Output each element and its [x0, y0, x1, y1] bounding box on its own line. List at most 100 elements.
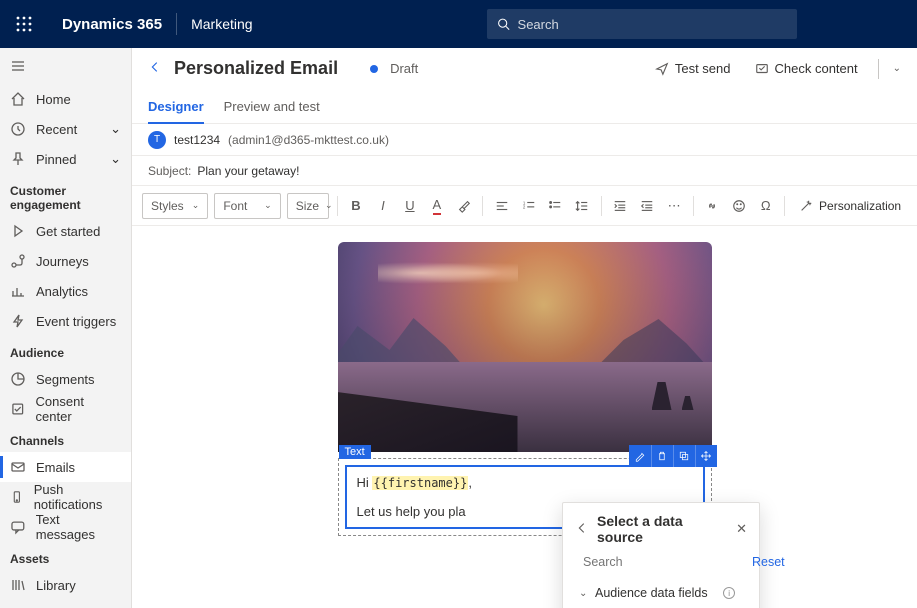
tree-node-contact[interactable]: ⌄Contact [575, 603, 747, 608]
main-content: Personalized Email Draft Test send Check… [132, 48, 917, 608]
clock-icon [10, 121, 26, 137]
test-send-button[interactable]: Test send [649, 61, 737, 76]
size-select[interactable]: Size⌄ [287, 193, 329, 219]
line-height-button[interactable] [572, 193, 593, 219]
nav-analytics[interactable]: Analytics [0, 276, 131, 306]
nav-label: Emails [36, 460, 75, 475]
nav-label: Home [36, 92, 71, 107]
greeting-suffix: , [468, 475, 472, 490]
nav-recent[interactable]: Recent ⌄ [0, 114, 131, 144]
popover-search-input[interactable] [583, 555, 744, 569]
left-sidebar: Home Recent ⌄ Pinned ⌄ Customer engageme… [0, 48, 132, 608]
edit-block-button[interactable] [629, 445, 651, 467]
analytics-icon [10, 283, 26, 299]
check-icon [755, 62, 769, 76]
tree-group-audience[interactable]: ⌄Audience data fields i [575, 583, 747, 603]
bold-button[interactable]: B [346, 193, 367, 219]
duplicate-block-button[interactable] [673, 445, 695, 467]
chevron-down-icon: ⌄ [110, 121, 121, 137]
symbol-button[interactable]: Ω [755, 193, 776, 219]
format-toolbar: Styles⌄ Font⌄ Size⌄ B I U A 12 ⋯ Ω [132, 186, 917, 226]
nav-library[interactable]: Library [0, 570, 131, 600]
nav-push[interactable]: Push notifications [0, 482, 131, 512]
ordered-list-button[interactable]: 12 [518, 193, 539, 219]
nav-section-title: Channels [0, 424, 131, 452]
nav-label: Library [36, 578, 76, 593]
from-email: (admin1@d365-mkttest.co.uk) [228, 133, 389, 147]
link-button[interactable] [701, 193, 722, 219]
more-button[interactable]: ⋯ [664, 193, 685, 219]
font-select[interactable]: Font⌄ [214, 193, 280, 219]
select-label: Font [223, 199, 247, 213]
nav-consent-center[interactable]: Consent center [0, 394, 131, 424]
consent-icon [10, 401, 26, 417]
page-header: Personalized Email Draft Test send Check… [132, 48, 917, 90]
subject-row[interactable]: Subject: Plan your getaway! [132, 156, 917, 186]
nav-event-triggers[interactable]: Event triggers [0, 306, 131, 336]
nav-section-title: Customer engagement [0, 174, 131, 216]
chevron-down-icon: ⌄ [110, 151, 121, 167]
nav-journeys[interactable]: Journeys [0, 246, 131, 276]
canvas-area[interactable]: Text Hi {{firstname}}, Let us help you p… [132, 226, 917, 608]
nav-label: Event triggers [36, 314, 116, 329]
nav-label: Recent [36, 122, 77, 137]
popover-back-button[interactable] [575, 521, 589, 538]
indent-button[interactable] [610, 193, 631, 219]
nav-emails[interactable]: Emails [0, 452, 131, 482]
global-search[interactable] [487, 9, 797, 39]
home-icon [10, 91, 26, 107]
block-tools [629, 445, 717, 467]
personalization-button[interactable]: Personalization [793, 199, 907, 213]
nav-label: Analytics [36, 284, 88, 299]
send-icon [655, 62, 669, 76]
nav-label: Get started [36, 224, 100, 239]
nav-pinned[interactable]: Pinned ⌄ [0, 144, 131, 174]
popover-title: Select a data source [597, 513, 728, 545]
tab-designer[interactable]: Designer [148, 90, 204, 123]
styles-select[interactable]: Styles⌄ [142, 193, 208, 219]
emoji-button[interactable] [728, 193, 749, 219]
brand-name: Dynamics 365 [48, 16, 176, 33]
nav-get-started[interactable]: Get started [0, 216, 131, 246]
nav-sms[interactable]: Text messages [0, 512, 131, 542]
token-firstname[interactable]: {{firstname}} [372, 476, 468, 490]
top-navbar: Dynamics 365 Marketing [0, 0, 917, 48]
italic-button[interactable]: I [372, 193, 393, 219]
app-launcher-icon[interactable] [0, 16, 48, 32]
tab-label: Designer [148, 99, 204, 114]
highlight-button[interactable] [453, 193, 474, 219]
avatar: T [148, 131, 166, 149]
global-search-input[interactable] [518, 17, 787, 32]
hero-image[interactable] [338, 242, 712, 452]
nav-section-title: Audience [0, 336, 131, 364]
module-name[interactable]: Marketing [177, 16, 266, 32]
nav-home[interactable]: Home [0, 84, 131, 114]
font-color-button[interactable]: A [426, 193, 447, 219]
journey-icon [10, 253, 26, 269]
push-icon [10, 489, 24, 505]
nav-label: Segments [36, 372, 95, 387]
back-button[interactable] [148, 60, 162, 77]
info-icon[interactable]: i [723, 587, 735, 599]
close-icon[interactable]: ✕ [736, 521, 747, 537]
mail-icon [10, 459, 26, 475]
outdent-button[interactable] [637, 193, 658, 219]
sidebar-toggle[interactable] [0, 48, 131, 84]
nav-label: Push notifications [34, 482, 121, 512]
select-label: Styles [151, 199, 184, 213]
delete-block-button[interactable] [651, 445, 673, 467]
unordered-list-button[interactable] [545, 193, 566, 219]
tab-label: Preview and test [224, 99, 320, 114]
check-content-button[interactable]: Check content [749, 61, 864, 76]
reset-button[interactable]: Reset [752, 555, 785, 569]
subject-label: Subject: [148, 164, 191, 178]
tree-label: Audience data fields [595, 586, 708, 600]
header-divider [878, 59, 879, 79]
nav-segments[interactable]: Segments [0, 364, 131, 394]
tab-preview[interactable]: Preview and test [224, 90, 320, 123]
chevron-down-icon[interactable]: ⌄ [893, 63, 901, 74]
play-icon [10, 223, 26, 239]
align-left-button[interactable] [491, 193, 512, 219]
move-block-button[interactable] [695, 445, 717, 467]
underline-button[interactable]: U [399, 193, 420, 219]
